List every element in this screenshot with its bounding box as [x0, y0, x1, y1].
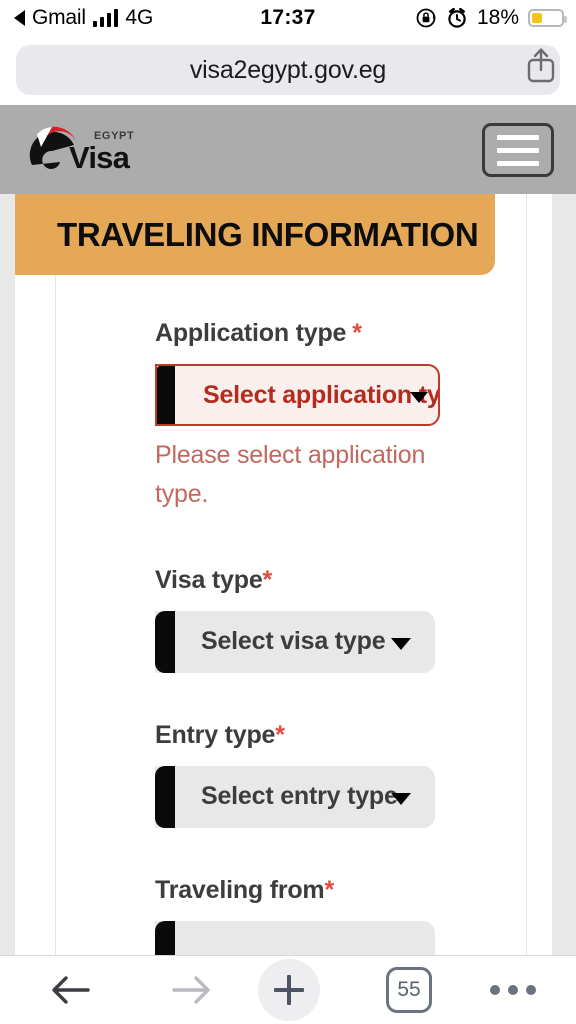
field-traveling-from: Traveling from*: [155, 876, 515, 955]
select-entry-type-value: Select entry type: [201, 782, 398, 810]
battery-icon: [528, 9, 567, 27]
phone-screen: Gmail 4G 17:37 18% visa2egypt.gov.eg EGY…: [0, 0, 576, 1024]
page-content: TRAVELING INFORMATION Application type * …: [0, 194, 576, 955]
select-entry-type[interactable]: Select entry type: [155, 765, 435, 828]
chevron-down-icon[interactable]: [410, 392, 428, 403]
share-icon[interactable]: [524, 45, 558, 90]
error-application-type: Please select application type.: [155, 441, 426, 508]
select-visa-type[interactable]: Select visa type: [155, 610, 435, 673]
rotation-lock-icon: [415, 7, 437, 29]
field-application-type: Application type * Select application ty p…: [155, 319, 515, 514]
required-asterisk: *: [352, 319, 362, 347]
address-bar[interactable]: visa2egypt.gov.eg: [16, 45, 560, 95]
page-title: TRAVELING INFORMATION: [57, 215, 479, 253]
label-traveling-from: Traveling from*: [155, 876, 515, 905]
logo-visa-label: Visa: [69, 140, 130, 175]
status-bar: Gmail 4G 17:37 18%: [0, 0, 576, 36]
browser-url-bar-area: visa2egypt.gov.eg: [0, 36, 576, 103]
field-entry-type: Entry type* Select entry type: [155, 721, 515, 828]
more-dots-icon[interactable]: [490, 985, 536, 995]
forward-arrow-icon: [168, 970, 214, 1010]
label-visa-type-text: Visa type: [155, 565, 263, 594]
tabs-button[interactable]: 55: [386, 967, 432, 1013]
plus-icon: [274, 975, 304, 1005]
select-application-type[interactable]: Select application type: [155, 364, 440, 426]
traveling-information-form: Application type * Select application ty p…: [0, 275, 576, 955]
select-traveling-from[interactable]: [155, 920, 435, 955]
status-bar-right: 18%: [415, 6, 567, 30]
label-application-type-text: Application type: [155, 319, 347, 347]
select-accent-bar: [155, 765, 175, 828]
label-visa-type: Visa type*: [155, 566, 515, 595]
required-asterisk: *: [324, 875, 334, 904]
label-traveling-from-text: Traveling from: [155, 875, 325, 904]
hamburger-menu-icon[interactable]: [482, 123, 554, 177]
chevron-down-icon[interactable]: [391, 792, 411, 805]
field-visa-type: Visa type* Select visa type: [155, 566, 515, 673]
chevron-down-icon[interactable]: [391, 637, 411, 650]
label-application-type: Application type *: [155, 319, 515, 348]
site-header: EGYPT Visa: [0, 105, 576, 194]
section-banner: TRAVELING INFORMATION: [15, 194, 495, 275]
select-accent-bar: [155, 610, 175, 673]
battery-percent-label: 18%: [476, 6, 519, 29]
label-entry-type: Entry type*: [155, 721, 515, 750]
required-asterisk: *: [275, 720, 285, 749]
select-visa-type-value: Select visa type: [201, 627, 386, 655]
alarm-clock-icon: [446, 7, 468, 29]
tabs-count-label: 55: [397, 978, 421, 1001]
evisa-logo[interactable]: EGYPT Visa: [24, 119, 144, 179]
back-arrow-icon[interactable]: [48, 970, 94, 1010]
required-asterisk: *: [262, 565, 273, 594]
select-accent-bar: [157, 366, 175, 424]
url-text[interactable]: visa2egypt.gov.eg: [190, 56, 386, 85]
select-accent-bar: [155, 920, 175, 955]
browser-toolbar: 55: [0, 955, 576, 1024]
select-application-type-value: Select application type: [203, 380, 440, 409]
new-tab-button[interactable]: [258, 959, 320, 1021]
label-entry-type-text: Entry type: [155, 720, 276, 749]
